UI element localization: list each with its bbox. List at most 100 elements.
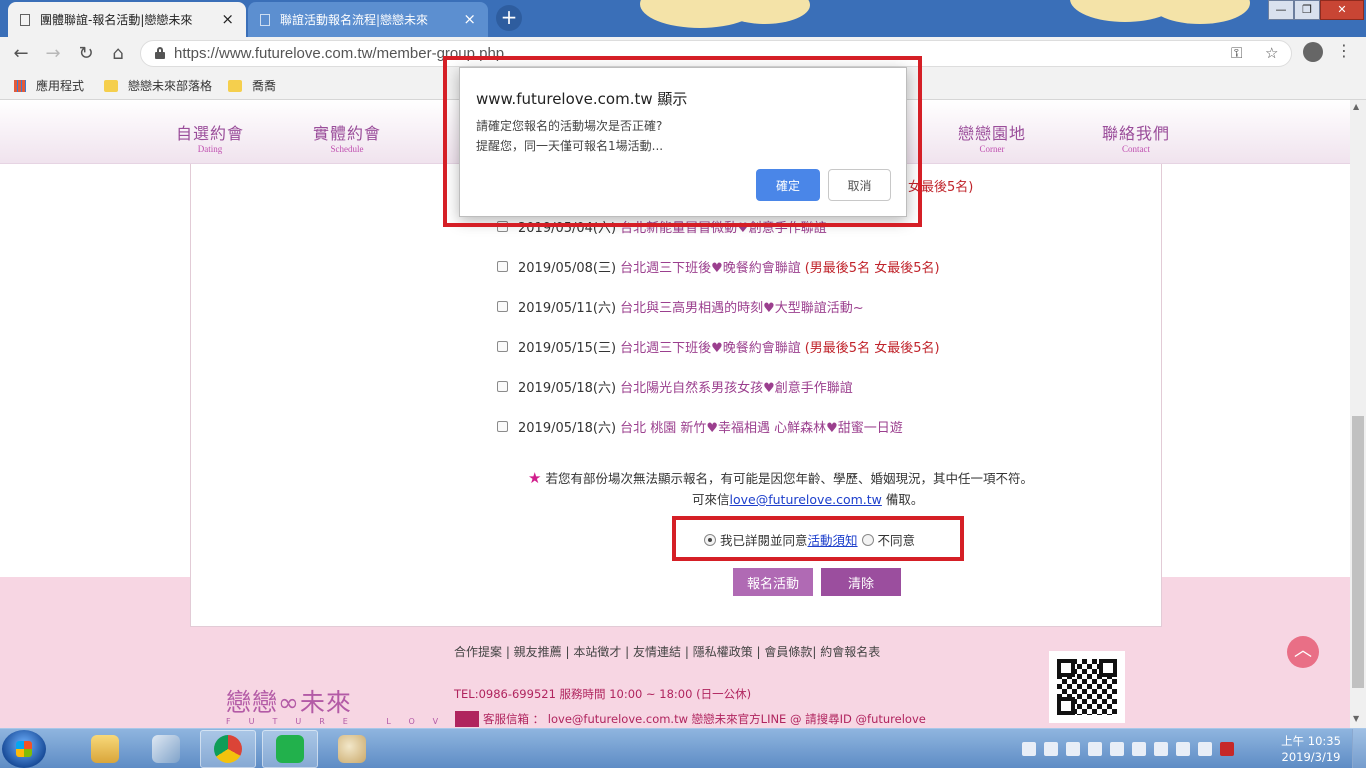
event-note: (男最後5名 女最後5名) (804, 261, 940, 276)
palette-icon (338, 735, 366, 763)
key-icon[interactable]: ⚿ (1231, 44, 1242, 62)
tray-input-icon[interactable] (1022, 742, 1036, 756)
taskbar-line[interactable] (262, 730, 318, 768)
chrome-icon (214, 735, 242, 763)
maximize-button[interactable]: ❐ (1294, 0, 1320, 20)
tab-registration-process[interactable]: 聯誼活動報名流程|戀戀未來 × (248, 2, 488, 37)
nav-dating[interactable]: 自選約會 Dating (155, 120, 265, 154)
nav-label: 實體約會 (312, 124, 381, 143)
clock-time: 上午 10:35 (1281, 734, 1341, 748)
browser-title-bar: 團體聯誼-報名活動|戀戀未來 × 聯誼活動報名流程|戀戀未來 × + — ❐ ✕ (0, 0, 1366, 37)
lock-icon (155, 47, 165, 59)
event-date: 2019/05/11(六) (518, 301, 617, 316)
scroll-down-icon[interactable]: ▼ (1353, 714, 1359, 723)
tray-options-icon[interactable] (1110, 742, 1124, 756)
bookmark-blog[interactable]: 戀戀未來部落格 (104, 77, 212, 94)
menu-dots-icon[interactable]: ⋮ (1336, 41, 1352, 60)
tab-group-registration[interactable]: 團體聯誼-報名活動|戀戀未來 × (8, 2, 246, 37)
theme-cloud (1150, 0, 1250, 24)
footer-mail-text: 客服信箱 ： love@futurelove.com.tw 戀戀未來官方LINE… (483, 712, 926, 726)
tray-ime-icon[interactable] (1044, 742, 1058, 756)
page-scrollbar[interactable]: ▲ ▼ (1350, 100, 1366, 728)
nav-label: 聯絡我們 (1101, 124, 1170, 143)
show-desktop-button[interactable] (1352, 729, 1366, 768)
event-date: 2019/05/15(三) (518, 341, 617, 356)
antivirus-icon[interactable] (1220, 742, 1234, 756)
scroll-up-icon[interactable]: ▲ (1353, 102, 1359, 111)
tray-expand-icon[interactable] (1132, 742, 1146, 756)
envelope-icon (455, 711, 479, 727)
logo-subtitle: FUTURE LOVE (226, 717, 480, 726)
close-window-button[interactable]: ✕ (1320, 0, 1364, 20)
taskbar-chrome[interactable] (200, 730, 256, 768)
folder-icon (104, 79, 118, 92)
event-checkbox[interactable] (497, 381, 508, 392)
nav-sublabel: Corner (979, 144, 1005, 154)
event-title: 台北陽光自然系男孩女孩♥創意手作聯誼 (620, 381, 853, 396)
footer-phone: TEL:0986-699521 服務時間 10:00 ~ 18:00 (日一公休… (454, 687, 752, 701)
windows-taskbar: 上午 10:35 2019/3/19 (0, 728, 1366, 768)
volume-muted-icon[interactable] (1176, 742, 1190, 756)
profile-avatar-icon[interactable] (1303, 42, 1323, 62)
submit-registration-button[interactable]: 報名活動 (733, 568, 813, 596)
nav-schedule[interactable]: 實體約會 Schedule (292, 120, 402, 154)
clear-button[interactable]: 清除 (821, 568, 901, 596)
taskbar-notepad[interactable] (138, 730, 194, 768)
network-signal-icon[interactable] (1198, 742, 1212, 756)
footer-links[interactable]: 合作提案 | 親友推薦 | 本站徵才 | 友情連結 | 隱私權政策 | 會員條款… (454, 643, 880, 660)
highlight-box-dialog (443, 56, 922, 227)
nav-corner[interactable]: 戀戀園地 Corner (937, 120, 1047, 154)
bookmark-star-icon[interactable]: ☆ (1265, 44, 1278, 62)
event-row: 2019/05/08(三) 台北週三下班後♥晚餐約會聯誼 (男最後5名 女最後5… (497, 257, 940, 276)
bookmark-label: 戀戀未來部落格 (128, 79, 213, 93)
nav-contact[interactable]: 聯絡我們 Contact (1081, 120, 1191, 154)
bookmark-qiaoqiao[interactable]: 喬喬 (228, 77, 276, 94)
event-checkbox[interactable] (497, 341, 508, 352)
event-checkbox[interactable] (497, 421, 508, 432)
event-row: 2019/05/18(六) 台北陽光自然系男孩女孩♥創意手作聯誼 (497, 377, 853, 396)
footer-contact: 客服信箱 ： love@futurelove.com.tw 戀戀未來官方LINE… (455, 711, 926, 727)
nav-label: 戀戀園地 (957, 124, 1026, 143)
taskbar-clock[interactable]: 上午 10:35 2019/3/19 (1278, 733, 1344, 765)
event-checkbox[interactable] (497, 301, 508, 312)
nav-sublabel: Schedule (330, 144, 364, 154)
nav-sublabel: Dating (197, 144, 223, 154)
taskbar-paint[interactable] (324, 730, 380, 768)
back-arrow-icon[interactable]: ← (8, 41, 34, 67)
qr-code (1049, 651, 1125, 723)
taskbar-explorer[interactable] (77, 730, 133, 768)
notice-prefix: 可來信 (692, 492, 730, 507)
site-logo: 戀戀∞未來 FUTURE LOVE (226, 683, 479, 726)
start-button[interactable] (2, 730, 46, 768)
event-checkbox[interactable] (497, 261, 508, 272)
folder-icon (91, 735, 119, 763)
event-title: 台北週三下班後♥晚餐約會聯誼 (620, 261, 801, 276)
back-to-top-icon[interactable]: ︿ (1287, 636, 1319, 668)
close-tab-icon[interactable]: × (463, 12, 476, 27)
clock-date: 2019/3/19 (1281, 750, 1341, 764)
tray-keyboard-icon[interactable] (1066, 742, 1080, 756)
forward-arrow-icon[interactable]: → (40, 41, 66, 67)
scroll-thumb[interactable] (1352, 416, 1364, 688)
event-date: 2019/05/08(三) (518, 261, 617, 276)
windows-logo-icon (16, 741, 32, 757)
event-title: 台北與三高男相遇的時刻♥大型聯誼活動~ (620, 301, 864, 316)
line-app-icon (276, 735, 304, 763)
bookmark-label: 喬喬 (252, 79, 277, 93)
tab-label: 聯誼活動報名流程|戀戀未來 (280, 13, 429, 27)
tab-label: 團體聯誼-報名活動|戀戀未來 (40, 13, 193, 27)
bookmark-apps[interactable]: 應用程式 (14, 77, 84, 94)
reload-icon[interactable]: ↻ (73, 41, 99, 67)
close-tab-icon[interactable]: × (221, 12, 234, 27)
event-date: 2019/05/18(六) (518, 421, 617, 436)
event-row: 2019/05/18(六) 台北 桃園 新竹♥幸福相遇 心鮮森林♥甜蜜一日遊 (497, 417, 903, 436)
minimize-button[interactable]: — (1268, 0, 1294, 20)
folder-icon (228, 79, 242, 92)
home-icon[interactable]: ⌂ (105, 41, 131, 67)
document-icon (260, 13, 270, 26)
email-link[interactable]: love@futurelove.com.tw (730, 492, 882, 507)
action-center-flag-icon[interactable] (1154, 742, 1168, 756)
nav-sublabel: Contact (1122, 144, 1150, 154)
new-tab-button[interactable]: + (496, 5, 522, 31)
tray-help-icon[interactable] (1088, 742, 1102, 756)
